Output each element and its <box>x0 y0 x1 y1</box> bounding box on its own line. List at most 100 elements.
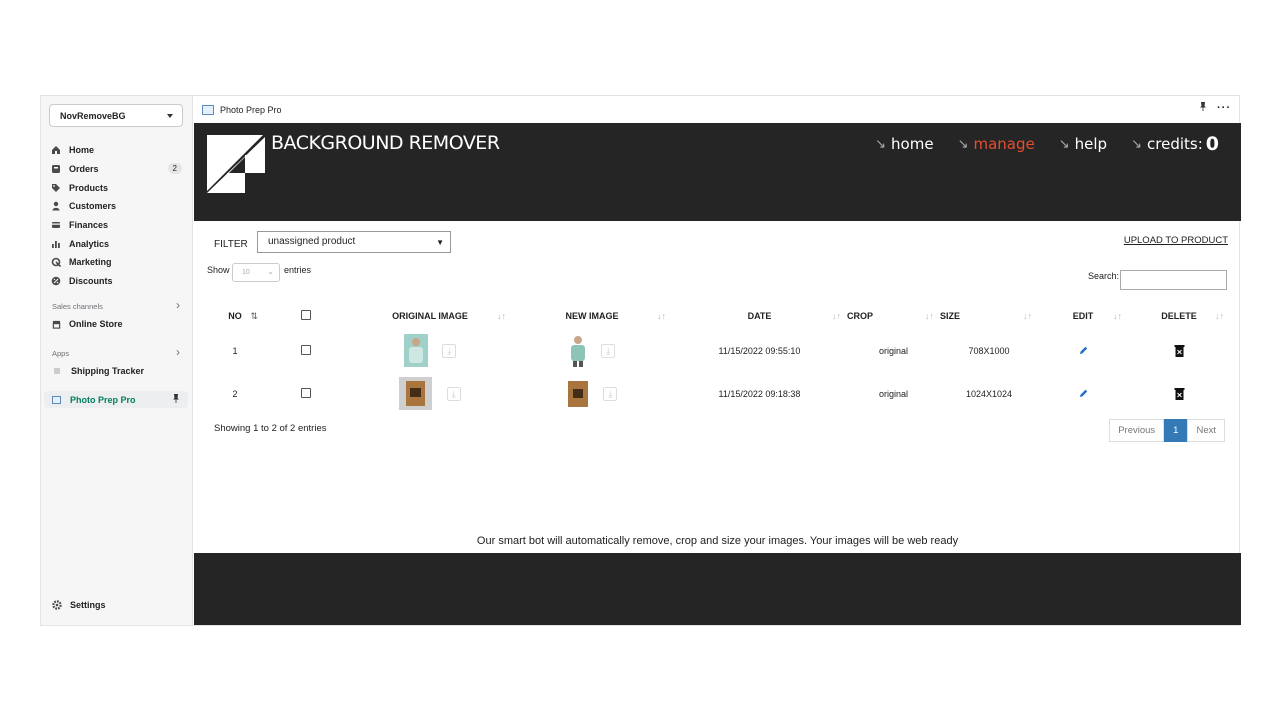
nav-manage[interactable]: ↘ manage <box>958 133 1035 155</box>
caret-down-icon <box>167 114 173 118</box>
arrow-down-right-icon: ↘ <box>1058 136 1070 152</box>
sidebar-item-settings[interactable]: Settings <box>52 600 106 610</box>
new-image-cell: ⤓ <box>512 372 672 415</box>
new-image-cell: ⤓ <box>512 329 672 372</box>
pagination: Previous 1 Next <box>1109 419 1225 442</box>
header-label: EDIT <box>1072 311 1094 321</box>
sidebar-item-customers[interactable]: Customers <box>51 197 186 216</box>
pin-icon[interactable] <box>172 394 180 405</box>
sidebar-item-label: Photo Prep Pro <box>70 394 136 405</box>
entries-per-page-value: 10 <box>242 269 250 276</box>
sidebar-item-orders[interactable]: Orders 2 <box>51 160 186 179</box>
chevron-down-icon: ⌄ <box>267 267 274 276</box>
chevron-down-icon: ▼ <box>436 238 444 247</box>
sidebar-item-label: Customers <box>69 201 117 212</box>
sort-icon: ↓↑ <box>1215 311 1224 321</box>
chevron-right-icon[interactable]: › <box>176 298 180 312</box>
header-label: CROP <box>847 311 874 321</box>
col-size[interactable]: SIZE ↓↑ <box>940 303 1038 329</box>
row-checkbox[interactable] <box>301 344 311 355</box>
store-selector[interactable]: NovRemoveBG <box>49 104 183 127</box>
app-main: Photo Prep Pro ··· BACKGROUND REMOVER ↘ h… <box>194 96 1241 625</box>
delete-cell <box>1128 372 1230 415</box>
col-crop[interactable]: CROP ↓↑ <box>847 303 940 329</box>
app-icon <box>52 395 61 404</box>
sidebar-item-home[interactable]: Home <box>51 141 186 160</box>
header-label: DATE <box>747 311 772 321</box>
size-cell: 708X1000 <box>968 345 1010 356</box>
bar-chart-icon <box>52 240 60 248</box>
gear-icon <box>52 600 62 610</box>
pencil-icon[interactable] <box>1078 345 1089 356</box>
orders-count-badge: 2 <box>167 162 182 174</box>
download-icon[interactable]: ⤓ <box>442 343 457 358</box>
new-image-thumbnail[interactable] <box>569 334 587 367</box>
nav-help[interactable]: ↘ help <box>1059 133 1107 155</box>
col-delete[interactable]: DELETE ↓↑ <box>1128 303 1230 329</box>
col-no[interactable]: NO ⇅ <box>206 303 264 329</box>
date-cell: 11/15/2022 09:18:38 <box>718 388 801 399</box>
sidebar-item-marketing[interactable]: Marketing <box>51 253 186 272</box>
discount-icon <box>51 276 61 286</box>
entries-label: entries <box>284 265 312 275</box>
table-row: 2 ⤓ ⤓ 11/15/2022 09:18:38 original 1024X… <box>206 372 1230 415</box>
store-name: NovRemoveBG <box>60 111 126 121</box>
header-label: NO <box>228 311 242 321</box>
tagline: Our smart bot will automatically remove,… <box>476 535 959 547</box>
download-icon[interactable]: ⤓ <box>446 386 461 401</box>
download-icon[interactable]: ⤓ <box>601 343 616 358</box>
footer-band <box>194 553 1241 625</box>
col-select-all <box>264 303 348 329</box>
nav-label: help <box>1074 135 1108 153</box>
previous-page-button[interactable]: Previous <box>1109 419 1165 442</box>
header-label: NEW IMAGE <box>565 311 619 321</box>
search-input[interactable] <box>1120 270 1227 290</box>
row-checkbox[interactable] <box>301 387 311 398</box>
sidebar-item-analytics[interactable]: Analytics <box>51 234 186 253</box>
filter-value: unassigned product <box>268 236 356 247</box>
row-number: 1 <box>232 345 238 356</box>
nav-home[interactable]: ↘ home <box>875 133 933 155</box>
original-image-thumbnail[interactable] <box>399 377 433 410</box>
entries-per-page-select[interactable]: 10 ⌄ <box>232 263 280 282</box>
nav-label: manage <box>973 135 1035 153</box>
header-label: DELETE <box>1161 311 1197 321</box>
download-icon[interactable]: ⤓ <box>603 386 618 401</box>
credits-label: credits: <box>1147 135 1203 153</box>
col-edit[interactable]: EDIT ↓↑ <box>1038 303 1128 329</box>
trash-icon[interactable] <box>1174 344 1185 357</box>
new-image-thumbnail[interactable] <box>567 380 589 408</box>
filter-select[interactable]: unassigned product ▼ <box>257 231 451 253</box>
sort-icon: ↓↑ <box>925 311 934 321</box>
sort-icon: ↓↑ <box>657 311 666 321</box>
original-image-thumbnail[interactable] <box>403 334 428 367</box>
col-date[interactable]: DATE ↓↑ <box>672 303 847 329</box>
trash-icon[interactable] <box>1174 387 1185 400</box>
col-original-image[interactable]: ORIGINAL IMAGE ↓↑ <box>348 303 512 329</box>
nav-credits[interactable]: ↘ credits: 0 <box>1131 133 1219 155</box>
sidebar-item-discounts[interactable]: Discounts <box>51 272 186 291</box>
app-icon <box>54 368 60 374</box>
next-page-button[interactable]: Next <box>1187 419 1225 442</box>
select-all-checkbox[interactable] <box>301 310 311 320</box>
sort-icon: ↓↑ <box>832 311 841 321</box>
sidebar-item-photo-prep-pro[interactable]: Photo Prep Pro <box>44 391 188 408</box>
sidebar-item-products[interactable]: Products <box>51 178 186 197</box>
page-1-button[interactable]: 1 <box>1164 419 1188 442</box>
brand-title: BACKGROUND REMOVER <box>271 132 500 154</box>
more-options-icon[interactable]: ··· <box>1217 102 1231 114</box>
show-label: Show <box>207 265 230 275</box>
col-new-image[interactable]: NEW IMAGE ↓↑ <box>512 303 672 329</box>
sidebar-item-shipping-tracker[interactable]: Shipping Tracker <box>52 366 144 376</box>
pencil-icon[interactable] <box>1078 388 1089 399</box>
upload-to-product-link[interactable]: UPLOAD TO PRODUCT <box>1124 235 1228 246</box>
pin-icon[interactable] <box>1199 102 1207 114</box>
sidebar-item-finances[interactable]: Finances <box>51 216 186 235</box>
chevron-right-icon[interactable]: › <box>176 345 180 359</box>
edit-cell <box>1038 329 1128 372</box>
original-image-cell: ⤓ <box>348 329 512 372</box>
edit-cell <box>1038 372 1128 415</box>
sort-icon: ↓↑ <box>1113 311 1122 321</box>
marketing-icon <box>51 258 61 268</box>
sidebar-item-online-store[interactable]: Online Store <box>52 319 123 329</box>
